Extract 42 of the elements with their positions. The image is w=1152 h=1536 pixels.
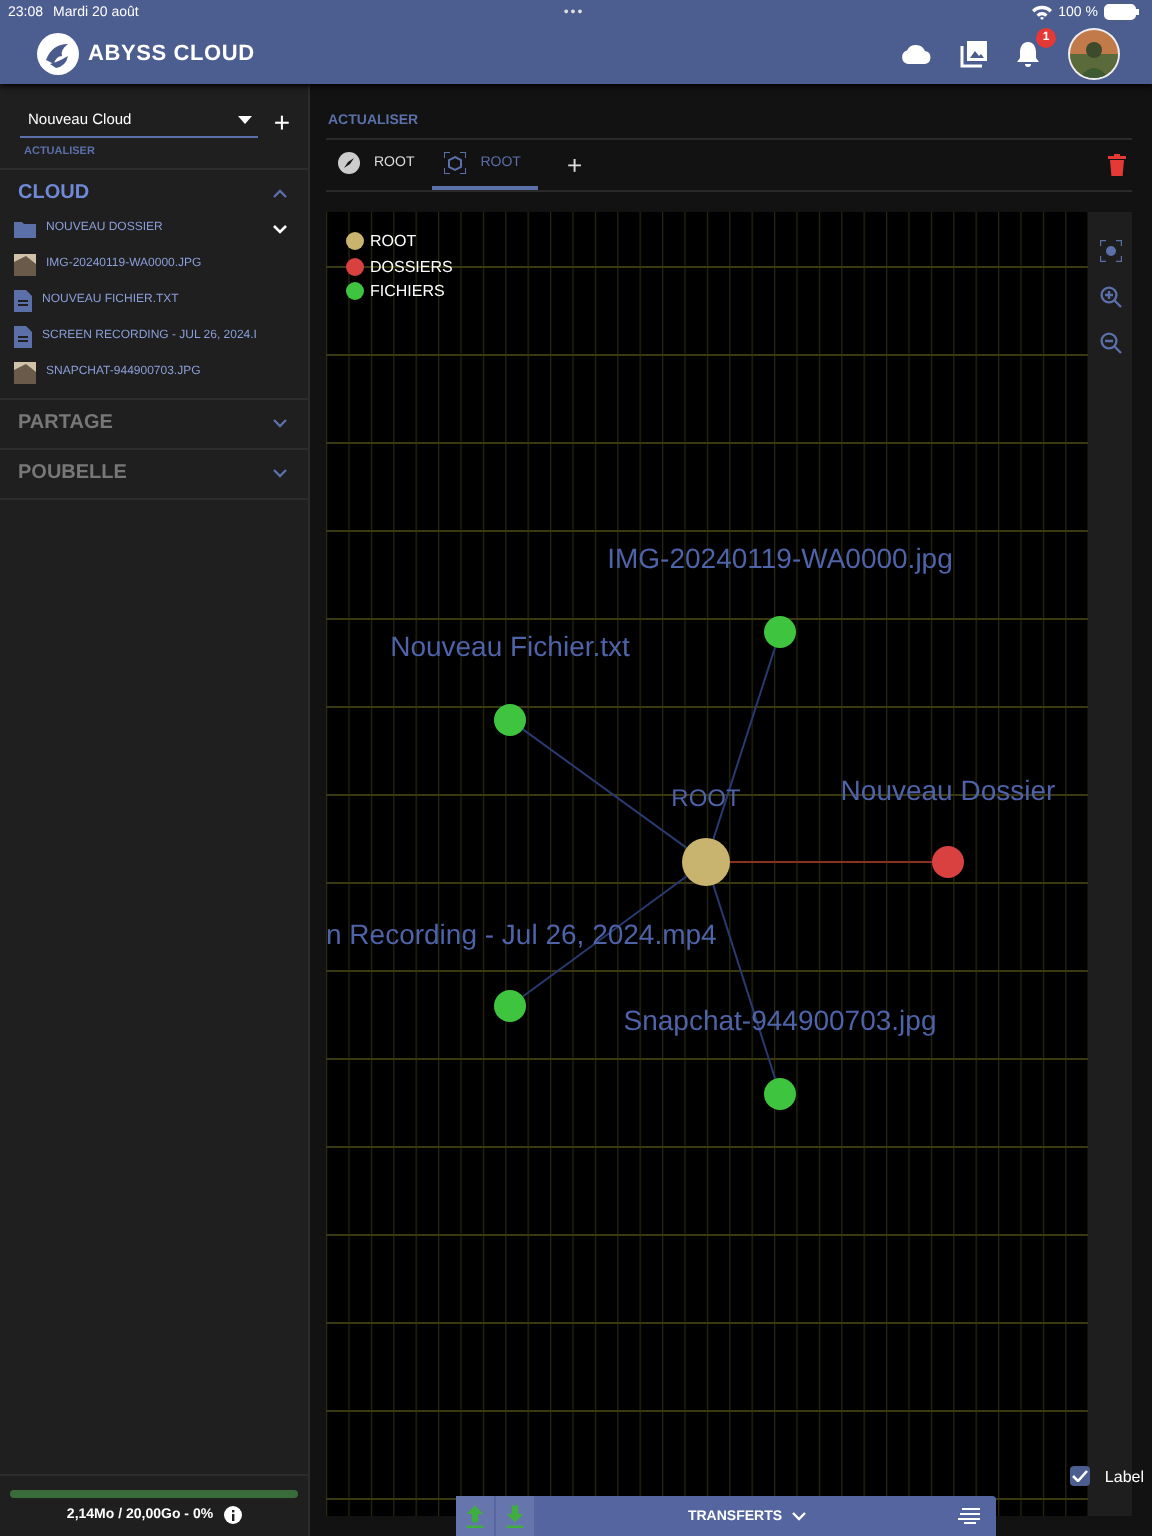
cloud-icon[interactable] xyxy=(900,42,932,66)
dropdown-caret-icon xyxy=(237,115,252,123)
zoom-in-icon[interactable] xyxy=(1099,286,1121,308)
check-icon xyxy=(1072,1470,1089,1482)
node-label: Nouveau Dossier xyxy=(840,774,1056,806)
focus-icon[interactable] xyxy=(1099,240,1121,262)
add-tab-button[interactable]: + xyxy=(538,140,611,190)
section-header[interactable]: POUBELLE xyxy=(18,462,127,484)
list-icon[interactable] xyxy=(958,1508,980,1524)
bell-icon[interactable] xyxy=(1016,40,1040,68)
app-title: ABYSS CLOUD xyxy=(88,42,255,66)
avatar[interactable] xyxy=(1068,28,1120,80)
gallery-icon[interactable] xyxy=(960,40,988,68)
trash-icon[interactable] xyxy=(1108,154,1126,176)
legend-label: DOSSIERS xyxy=(370,257,453,275)
chevron-up-icon[interactable] xyxy=(272,188,288,198)
legend-label: FICHIERS xyxy=(370,282,445,300)
label-checkbox[interactable] xyxy=(1070,1466,1091,1486)
folder-icon xyxy=(14,219,36,237)
section-header[interactable]: PARTAGE xyxy=(18,412,113,434)
graph-node[interactable] xyxy=(682,838,730,886)
compass-icon xyxy=(338,152,360,174)
legend-label: ROOT xyxy=(370,232,417,250)
graph-node[interactable] xyxy=(494,704,526,736)
node-label: IMG-20240119-WA0000.jpg xyxy=(607,542,953,574)
graph-icon xyxy=(444,152,467,174)
wifi-icon xyxy=(1032,4,1053,20)
node-label: Nouveau Fichier.txt xyxy=(390,630,630,662)
graph-node[interactable] xyxy=(764,1078,796,1110)
zoom-out-icon[interactable] xyxy=(1099,332,1121,354)
add-cloud-button[interactable]: + xyxy=(273,107,290,135)
graph-node[interactable] xyxy=(932,846,964,878)
battery-icon xyxy=(1103,4,1140,20)
logo-icon xyxy=(36,32,80,76)
info-icon[interactable] xyxy=(223,1506,242,1524)
graph-node[interactable] xyxy=(764,616,796,648)
document-icon xyxy=(14,289,32,311)
checkbox-label: Label xyxy=(1104,1467,1144,1485)
chevron-down-icon xyxy=(792,1511,807,1521)
section-header[interactable]: CLOUD xyxy=(18,182,90,204)
graph-node[interactable] xyxy=(494,990,526,1022)
document-icon xyxy=(14,325,32,347)
